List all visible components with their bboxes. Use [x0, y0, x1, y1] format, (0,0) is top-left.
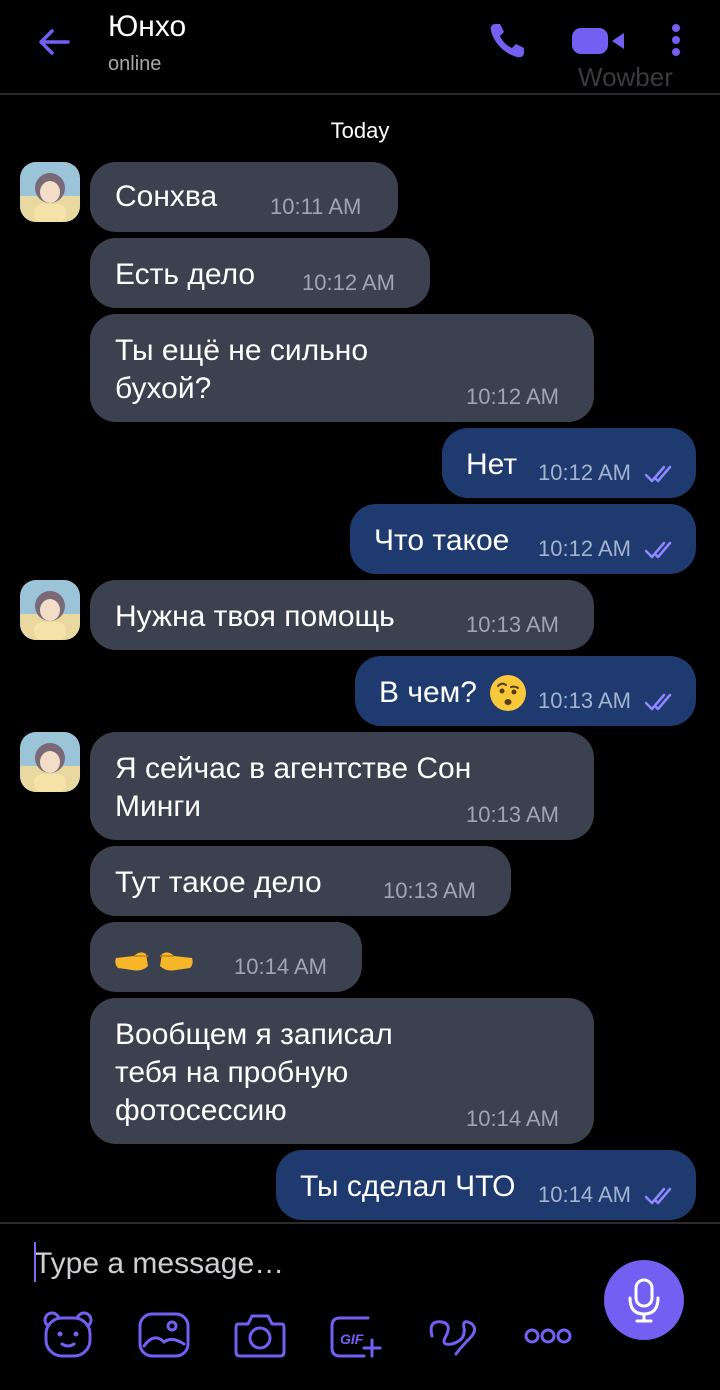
gallery-icon[interactable] [136, 1310, 192, 1360]
message-time: 10:11 AM [270, 194, 362, 219]
message-text-line: Минги [115, 790, 202, 823]
message-bubble-incoming[interactable]: Есть дело 10:12 AM [90, 238, 430, 308]
message-time: 10:13 AM [383, 878, 476, 903]
phone-call-icon[interactable] [486, 18, 530, 62]
message-text: В чем? [379, 676, 477, 709]
gif-icon[interactable]: GIF [328, 1310, 384, 1360]
message-text: Есть дело [115, 258, 256, 291]
message-time: 10:12 AM [302, 270, 395, 295]
message-bubble-incoming[interactable]: Ты ещё не сильно бухой? 10:12 AM [90, 314, 594, 422]
message-input[interactable] [34, 1240, 574, 1288]
read-ticks-icon [644, 465, 672, 483]
message-bubble-incoming[interactable]: Сонхва 10:11 AM [90, 162, 398, 232]
message-time: 10:13 AM [466, 612, 559, 637]
voice-message-button[interactable] [604, 1260, 684, 1340]
contact-status: online [108, 53, 162, 75]
message-time: 10:14 AM [466, 1106, 559, 1131]
message-bubble-outgoing[interactable]: Ты сделал ЧТО 10:14 AM [276, 1150, 696, 1220]
contact-avatar[interactable] [20, 580, 80, 640]
message-time: 10:12 AM [538, 536, 631, 561]
message-bubble-outgoing[interactable]: Что такое 10:12 AM [350, 504, 696, 574]
message-text-line: тебя на пробную [115, 1056, 349, 1089]
message-text-line: Ты ещё не сильно [115, 334, 369, 367]
message-bubble-outgoing[interactable]: В чем? 10:13 AM [355, 656, 696, 726]
message-text-line: Я сейчас в агентстве Сон [115, 752, 472, 785]
message-text: Сонхва [115, 180, 218, 213]
contact-name[interactable]: Юнхо [108, 10, 186, 44]
read-ticks-icon [644, 1187, 672, 1205]
message-text: Нет [466, 448, 518, 481]
sticker-bear-icon[interactable] [40, 1310, 96, 1360]
message-bubble-incoming[interactable]: Нужна твоя помощь 10:13 AM [90, 580, 594, 650]
message-text: Нужна твоя помощь [115, 600, 395, 633]
camera-icon[interactable] [232, 1310, 288, 1360]
message-time: 10:14 AM [234, 954, 327, 979]
message-bubble-outgoing[interactable]: Нет 10:12 AM [442, 428, 696, 498]
message-text: Ты сделал ЧТО [300, 1170, 516, 1203]
watermark: Wowber [578, 62, 673, 92]
message-time: 10:13 AM [538, 688, 631, 713]
more-dots-icon[interactable] [520, 1310, 576, 1360]
pointing-fingers-emoji-icon [115, 952, 193, 971]
back-arrow-icon[interactable] [34, 22, 74, 62]
message-bubble-incoming[interactable]: Тут такое дело 10:13 AM [90, 846, 511, 916]
message-time: 10:14 AM [538, 1182, 631, 1207]
contact-avatar[interactable] [20, 162, 80, 222]
message-time: 10:12 AM [538, 460, 631, 485]
read-ticks-icon [644, 541, 672, 559]
message-text: Что такое [374, 524, 510, 557]
text-cursor [34, 1242, 36, 1282]
message-bubble-incoming[interactable]: Я сейчас в агентстве Сон Минги 10:13 AM [90, 732, 594, 840]
more-options-icon[interactable] [664, 20, 688, 60]
microphone-icon [628, 1278, 660, 1323]
message-bubble-incoming[interactable]: 10:14 AM [90, 922, 362, 992]
svg-text:GIF: GIF [340, 1331, 364, 1347]
message-bubble-incoming[interactable]: Вообщем я записал тебя на пробную фотосе… [90, 998, 594, 1144]
raised-eyebrow-emoji-icon [490, 675, 526, 711]
contact-avatar[interactable] [20, 732, 80, 792]
chat-header: Юнхо online Wowber [0, 0, 720, 95]
date-separator: Today [330, 118, 390, 143]
message-text-line: фотосессию [115, 1094, 287, 1127]
message-time: 10:13 AM [466, 802, 559, 827]
message-text-line: Вообщем я записал [115, 1018, 393, 1051]
message-time: 10:12 AM [466, 384, 559, 409]
video-call-icon[interactable] [568, 20, 628, 60]
message-text: Тут такое дело [115, 866, 322, 899]
read-ticks-icon [644, 693, 672, 711]
doodle-icon[interactable] [424, 1310, 480, 1360]
message-text-line: бухой? [115, 372, 212, 405]
